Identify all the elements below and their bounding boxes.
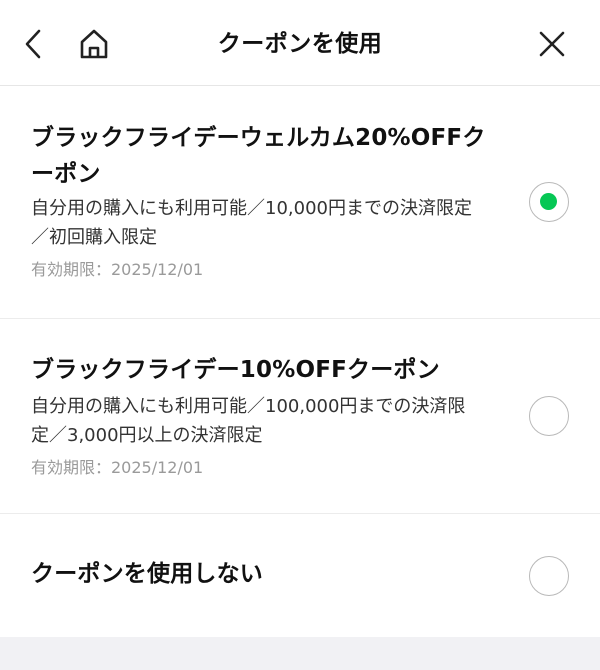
coupon-item-none[interactable]: クーポンを使用しない <box>0 514 600 637</box>
coupon-expiry: 有効期限：2025/12/01 <box>31 458 204 477</box>
coupon-desc-line: 自分用の購入にも利用可能／100,000円までの決済限 <box>31 396 466 417</box>
coupon-title-line: ブラックフライデー10%OFFクーポン <box>31 357 440 383</box>
coupon-item-blackfriday-10off[interactable]: ブラックフライデー10%OFFクーポン 自分用の購入にも利用可能／100,000… <box>0 319 600 514</box>
coupon-radio[interactable] <box>529 396 569 436</box>
coupon-desc-line: 定／3,000円以上の決済限定 <box>31 425 263 446</box>
coupon-description: 自分用の購入にも利用可能／100,000円までの決済限 定／3,000円以上の決… <box>31 392 521 450</box>
coupon-title: ブラックフライデー10%OFFクーポン <box>31 352 511 388</box>
coupon-item-blackfriday-welcome[interactable]: ブラックフライデーウェルカム20%OFFク ーポン 自分用の購入にも利用可能／1… <box>0 86 600 319</box>
coupon-title-line: クーポンを使用しない <box>31 561 263 587</box>
coupon-expiry: 有効期限：2025/12/01 <box>31 260 204 279</box>
footer-band <box>0 637 600 670</box>
coupon-title: クーポンを使用しない <box>31 556 511 592</box>
back-button[interactable] <box>12 22 56 66</box>
coupon-title-line: ーポン <box>31 161 101 187</box>
coupon-radio-selected[interactable] <box>529 182 569 222</box>
close-icon <box>539 31 565 57</box>
coupon-radio[interactable] <box>529 556 569 596</box>
coupon-list: ブラックフライデーウェルカム20%OFFク ーポン 自分用の購入にも利用可能／1… <box>0 86 600 637</box>
coupon-desc-line: 自分用の購入にも利用可能／10,000円までの決済限定 <box>31 198 472 219</box>
chevron-left-icon <box>25 29 41 59</box>
home-button[interactable] <box>72 22 116 66</box>
close-button[interactable] <box>530 22 574 66</box>
page-title: クーポンを使用 <box>217 31 383 57</box>
coupon-select-screen: クーポンを使用 ブラックフライデーウェルカム20%OFFク ーポン 自分用の購入… <box>0 0 600 670</box>
coupon-desc-line: ／初回購入限定 <box>31 227 157 248</box>
coupon-description: 自分用の購入にも利用可能／10,000円までの決済限定 ／初回購入限定 <box>31 194 521 252</box>
header: クーポンを使用 <box>0 0 600 86</box>
home-icon <box>80 29 108 59</box>
coupon-title: ブラックフライデーウェルカム20%OFFク ーポン <box>31 120 511 192</box>
coupon-title-line: ブラックフライデーウェルカム20%OFFク <box>31 125 486 151</box>
